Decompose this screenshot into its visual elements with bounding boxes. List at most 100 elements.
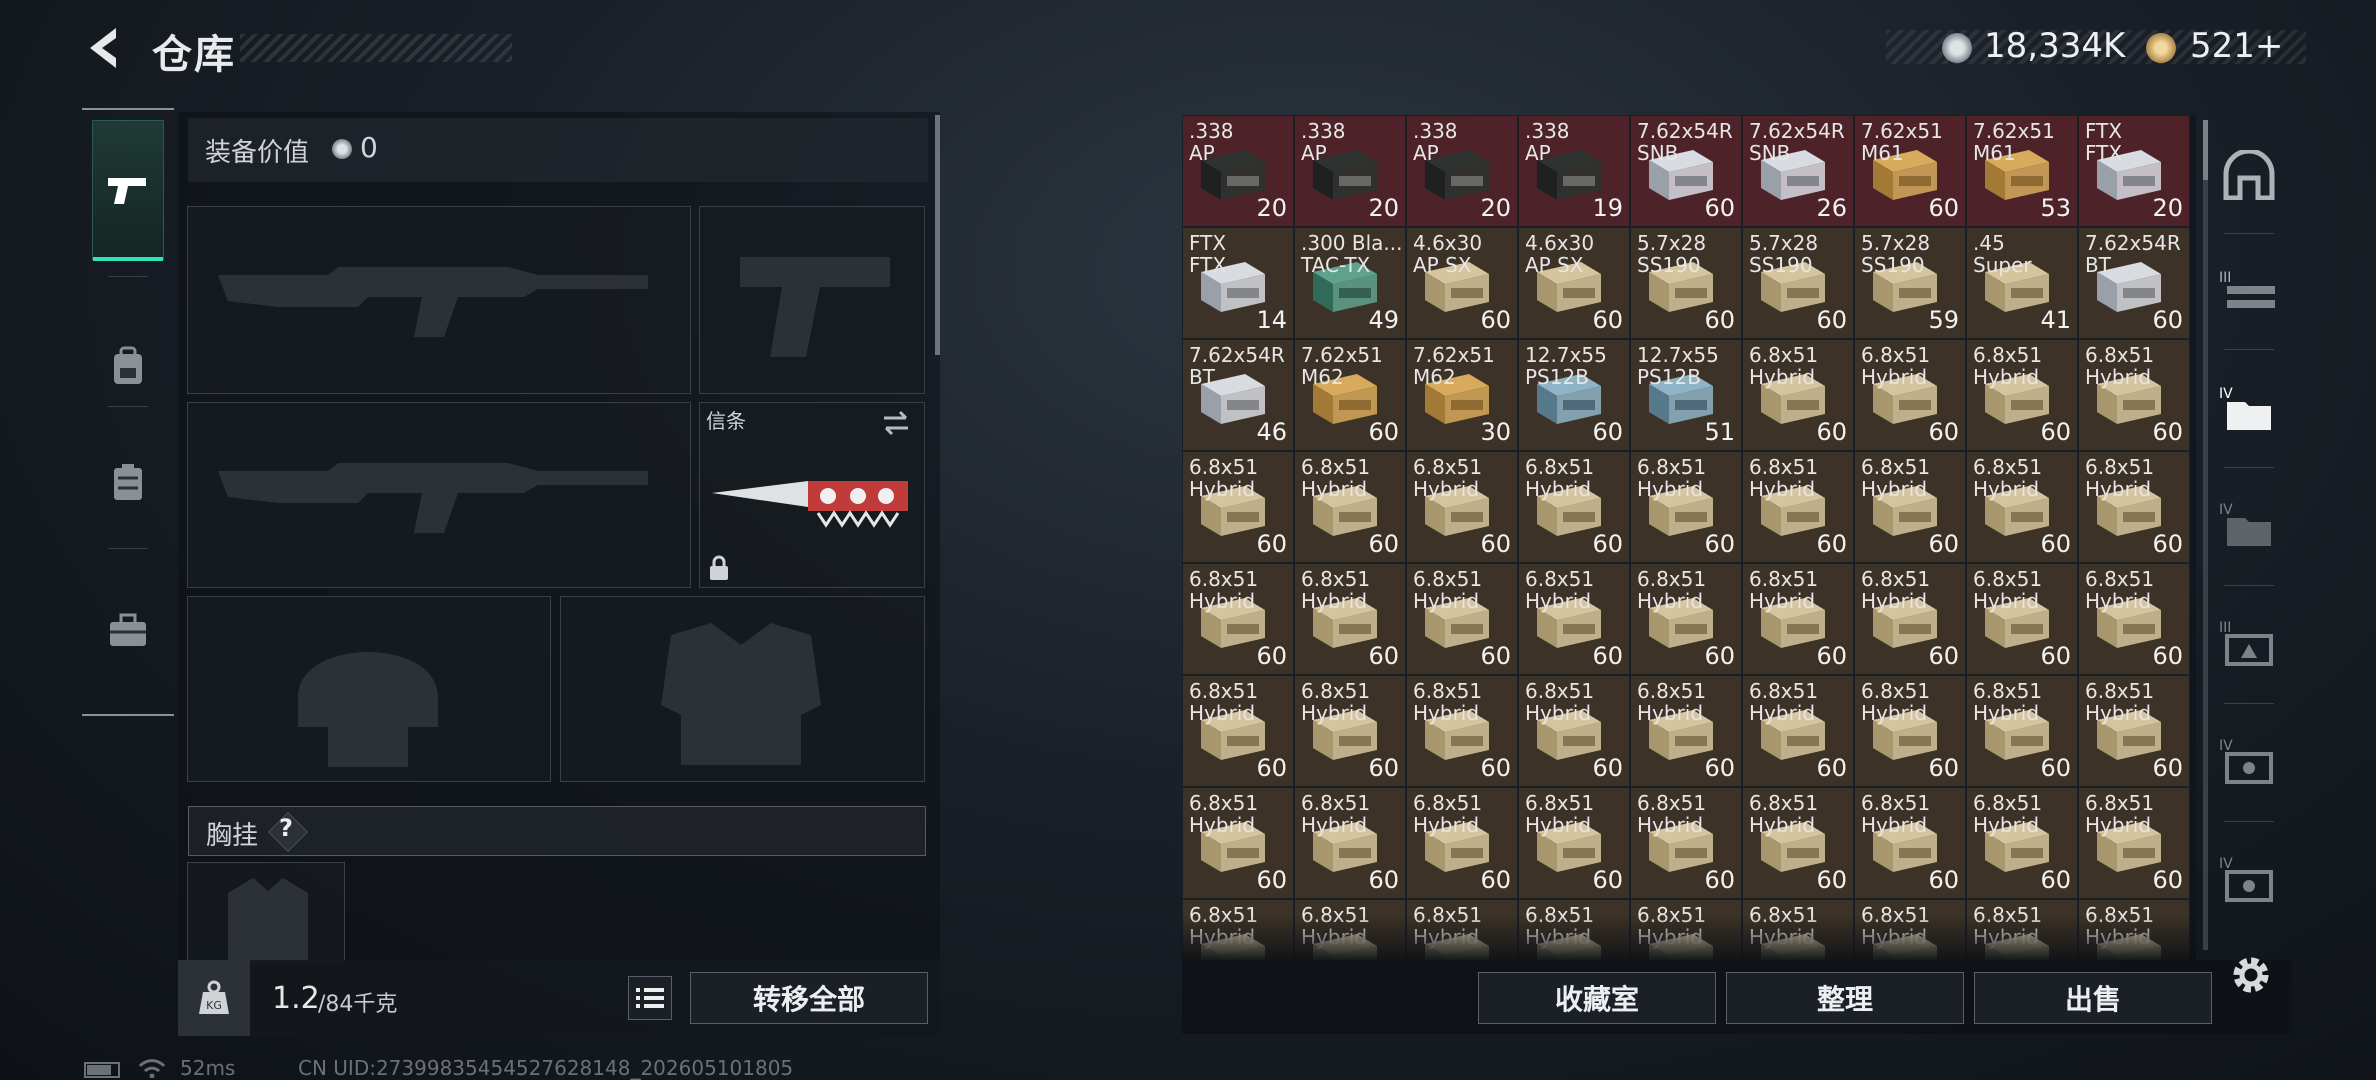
storage-tab-t4-box-2[interactable]: IV [2206, 829, 2292, 929]
equipment-scrollbar[interactable] [935, 115, 940, 355]
inventory-item[interactable]: 6.8x51 Hybrid 60 [1742, 675, 1854, 787]
sort-button[interactable]: 整理 [1726, 972, 1964, 1024]
inventory-item[interactable]: 6.8x51 Hybrid 60 [1406, 451, 1518, 563]
storage-tab-t4-folder[interactable]: IV [2206, 475, 2292, 575]
inventory-item[interactable]: 7.62x51 M61 53 [1966, 115, 2078, 227]
storage-tab-t3-case[interactable]: III [2206, 593, 2292, 693]
inventory-item[interactable]: 6.8x51 Hybrid 60 [1742, 451, 1854, 563]
inventory-item[interactable]: 5.7x28 SS190 59 [1854, 227, 1966, 339]
item-type: M61 [1861, 141, 1904, 165]
inventory-item[interactable]: 6.8x51 Hybrid 60 [1182, 787, 1294, 899]
inventory-item[interactable]: 6.8x51 Hybrid 60 [1854, 563, 1966, 675]
inventory-item[interactable]: 6.8x51 Hybrid 60 [1294, 675, 1406, 787]
inventory-item[interactable]: 6.8x51 Hybrid 60 [1854, 787, 1966, 899]
inventory-item[interactable]: 7.62x54R BT 60 [2078, 227, 2190, 339]
inventory-item[interactable]: 6.8x51 Hybrid 60 [1294, 563, 1406, 675]
inventory-item[interactable]: 6.8x51 Hybrid 60 [1742, 339, 1854, 451]
inventory-item[interactable]: 6.8x51 Hybrid 60 [1854, 451, 1966, 563]
inventory-item[interactable]: 6.8x51 Hybrid 60 [1742, 563, 1854, 675]
transfer-all-button[interactable]: 转移全部 [690, 972, 928, 1024]
inventory-item[interactable]: 6.8x51 Hybrid 60 [1966, 339, 2078, 451]
item-type: Hybrid [1973, 813, 2040, 837]
armor-slot[interactable] [560, 596, 925, 782]
secondary-weapon-slot[interactable] [187, 402, 691, 588]
inventory-item[interactable]: 12.7x55 PS12B 60 [1518, 339, 1630, 451]
inventory-item[interactable]: 6.8x51 Hybrid 60 [1966, 451, 2078, 563]
inventory-item[interactable]: 6.8x51 Hybrid 60 [1294, 451, 1406, 563]
inventory-item[interactable]: 6.8x51 Hybrid 60 [1966, 563, 2078, 675]
inventory-item[interactable]: 5.7x28 SS190 60 [1742, 227, 1854, 339]
helmet-slot[interactable] [187, 596, 551, 782]
pistol-slot[interactable] [699, 206, 925, 394]
inventory-item[interactable]: .338 AP 20 [1182, 115, 1294, 227]
list-view-button[interactable] [628, 976, 672, 1020]
tab-weapons[interactable] [92, 120, 164, 261]
vault-button[interactable]: 收藏室 [1478, 972, 1716, 1024]
inventory-item[interactable]: .300 Bla... TAC-TX 49 [1294, 227, 1406, 339]
inventory-item[interactable]: 6.8x51 Hybrid 60 [1742, 787, 1854, 899]
inventory-item[interactable]: 6.8x51 Hybrid 60 [1182, 563, 1294, 675]
storage-tab-t3-rack[interactable]: III [2206, 241, 2292, 341]
inventory-item[interactable]: 6.8x51 Hybrid 60 [1406, 787, 1518, 899]
sell-button[interactable]: 出售 [1974, 972, 2212, 1024]
inventory-item[interactable]: 6.8x51 Hybrid 60 [1854, 339, 1966, 451]
inventory-item[interactable]: 6.8x51 Hybrid 60 [1294, 787, 1406, 899]
inventory-item[interactable]: 5.7x28 SS190 60 [1630, 227, 1742, 339]
back-button[interactable] [82, 24, 126, 72]
inventory-item[interactable]: 6.8x51 Hybrid 60 [1854, 675, 1966, 787]
item-type: AP [1525, 141, 1551, 165]
item-caliber: 6.8x51 [1189, 455, 1259, 479]
inventory-item[interactable]: 7.62x51 M62 30 [1406, 339, 1518, 451]
ticket-amount[interactable]: 521+ [2190, 26, 2283, 66]
inventory-item[interactable]: 6.8x51 Hybrid 60 [2078, 675, 2190, 787]
inventory-item[interactable]: 6.8x51 Hybrid 60 [2078, 787, 2190, 899]
item-type: Hybrid [1301, 477, 1368, 501]
inventory-item[interactable]: 6.8x51 Hybrid 60 [1518, 675, 1630, 787]
item-type: AP [1413, 141, 1439, 165]
item-type: Super [1973, 253, 2032, 277]
inventory-item[interactable]: 6.8x51 Hybrid 60 [2078, 451, 2190, 563]
inventory-item[interactable]: 6.8x51 Hybrid 60 [1630, 563, 1742, 675]
inventory-item[interactable]: 6.8x51 Hybrid 60 [1966, 787, 2078, 899]
storage-tab-t4-folder-active[interactable]: IV [2206, 359, 2292, 459]
inventory-item[interactable]: 6.8x51 Hybrid 60 [1630, 675, 1742, 787]
storage-tab-t4-box[interactable]: IV [2206, 711, 2292, 811]
tab-vest[interactable] [92, 412, 164, 552]
inventory-item[interactable]: 4.6x30 AP SX 60 [1406, 227, 1518, 339]
inventory-item[interactable]: 6.8x51 Hybrid 60 [1518, 787, 1630, 899]
inventory-item[interactable]: 7.62x51 M61 60 [1854, 115, 1966, 227]
item-caliber: .338 [1525, 119, 1570, 143]
settings-button[interactable] [2228, 952, 2274, 1002]
inventory-item[interactable]: 12.7x55 PS12B 51 [1630, 339, 1742, 451]
item-type: Hybrid [1749, 477, 1816, 501]
inventory-item[interactable]: 6.8x51 Hybrid 60 [2078, 563, 2190, 675]
inventory-item[interactable]: 7.62x54R BT 46 [1182, 339, 1294, 451]
inventory-item[interactable]: FTX FTX 14 [1182, 227, 1294, 339]
inventory-item[interactable]: FTX FTX 20 [2078, 115, 2190, 227]
swap-icon[interactable] [880, 409, 912, 437]
inventory-item[interactable]: 6.8x51 Hybrid 60 [1630, 787, 1742, 899]
inventory-item[interactable]: 6.8x51 Hybrid 60 [1406, 675, 1518, 787]
chest-rig-slot[interactable] [187, 862, 345, 963]
inventory-item[interactable]: 6.8x51 Hybrid 60 [1518, 451, 1630, 563]
inventory-item[interactable]: .338 AP 20 [1294, 115, 1406, 227]
inventory-item[interactable]: 6.8x51 Hybrid 60 [1406, 563, 1518, 675]
inventory-item[interactable]: 7.62x54R SNB 26 [1742, 115, 1854, 227]
inventory-item[interactable]: .338 AP 19 [1518, 115, 1630, 227]
inventory-item[interactable]: 7.62x54R SNB 60 [1630, 115, 1742, 227]
inventory-item[interactable]: 6.8x51 Hybrid 60 [2078, 339, 2190, 451]
inventory-item[interactable]: 6.8x51 Hybrid 60 [1518, 563, 1630, 675]
inventory-item[interactable]: 4.6x30 AP SX 60 [1518, 227, 1630, 339]
help-icon[interactable]: ? [279, 814, 293, 842]
inventory-item[interactable]: 6.8x51 Hybrid 60 [1182, 451, 1294, 563]
inventory-item[interactable]: .338 AP 20 [1406, 115, 1518, 227]
inventory-item[interactable]: 6.8x51 Hybrid 60 [1630, 451, 1742, 563]
primary-weapon-slot[interactable] [187, 206, 691, 394]
inventory-item[interactable]: .45 Super 41 [1966, 227, 2078, 339]
inventory-item[interactable]: 6.8x51 Hybrid 60 [1966, 675, 2078, 787]
inventory-item[interactable]: 6.8x51 Hybrid 60 [1182, 675, 1294, 787]
storage-tab-main[interactable] [2206, 125, 2292, 225]
tab-case[interactable] [92, 560, 164, 700]
inventory-item[interactable]: 7.62x51 M62 60 [1294, 339, 1406, 451]
melee-slot[interactable]: 信条 [699, 402, 925, 588]
